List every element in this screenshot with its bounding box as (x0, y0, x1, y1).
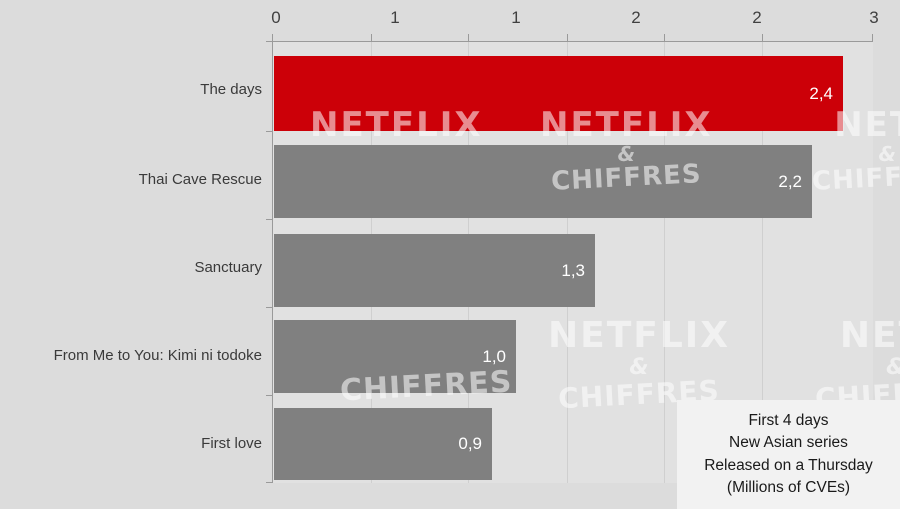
category-label-from-me-to-you: From Me to You: Kimi ni todoke (53, 347, 262, 364)
x-tick-label-5: 3 (869, 8, 879, 27)
caption-box: First 4 days New Asian series Released o… (677, 400, 900, 509)
x-tick-label-1: 1 (390, 8, 400, 27)
x-tick-5 (762, 34, 763, 42)
bar-value-label: 1,3 (561, 260, 585, 280)
y-tick-1 (266, 131, 273, 132)
y-axis-line (272, 41, 273, 483)
caption-line-4: (Millions of CVEs) (726, 478, 851, 496)
caption-line-1: First 4 days (748, 411, 829, 429)
y-tick-0 (266, 41, 273, 42)
bar-sanctuary[interactable]: 1,3 (274, 234, 595, 307)
x-tick-label-0: 0 (271, 8, 281, 27)
x-tick-2 (468, 34, 469, 42)
category-label-first-love: First love (201, 435, 262, 452)
bar-thai-cave-rescue[interactable]: 2,2 (274, 145, 812, 218)
category-label-thai-cave: Thai Cave Rescue (138, 171, 262, 188)
bar-the-days[interactable]: 2,4 (274, 56, 843, 131)
x-axis-line (272, 41, 873, 42)
y-tick-3 (266, 307, 273, 308)
bar-from-me-to-you[interactable]: 1,0 (274, 320, 516, 393)
x-tick-label-3: 2 (631, 8, 641, 27)
bar-first-love[interactable]: 0,9 (274, 408, 492, 480)
x-tick-4 (664, 34, 665, 42)
caption-line-3: Released on a Thursday (704, 456, 873, 474)
bar-value-label: 2,4 (809, 83, 833, 103)
y-tick-5 (266, 482, 273, 483)
x-tick-6 (872, 34, 873, 42)
x-tick-label-2: 1 (511, 8, 521, 27)
category-label-sanctuary: Sanctuary (194, 259, 262, 276)
caption-line-2: New Asian series (729, 434, 848, 452)
category-label-the-days: The days (200, 81, 262, 98)
bar-value-label: 0,9 (458, 434, 482, 453)
bar-value-label: 2,2 (778, 171, 802, 191)
x-tick-3 (567, 34, 568, 42)
bar-value-label: 1,0 (482, 346, 506, 366)
x-tick-1 (371, 34, 372, 42)
y-tick-4 (266, 395, 273, 396)
bar-chart: 2,4 2,2 1,3 1,0 0,9 NETFLIX & CHIFFRES N… (0, 0, 900, 509)
y-tick-2 (266, 219, 273, 220)
x-tick-label-4: 2 (752, 8, 762, 27)
